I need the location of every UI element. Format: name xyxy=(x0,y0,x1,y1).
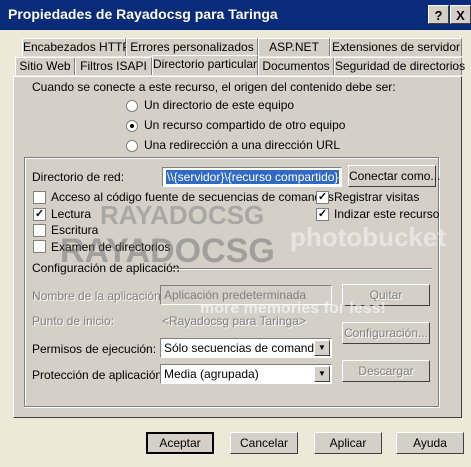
network-dir-label: Directorio de red: xyxy=(32,170,125,184)
app-name-label: Nombre de la aplicación: xyxy=(32,289,165,303)
tab-errores-personalizados[interactable]: Errores personalizados xyxy=(126,38,258,56)
index-resource-label[interactable]: Indizar este recurso xyxy=(334,207,439,221)
connect-as-button[interactable]: Conectar como... xyxy=(348,165,440,187)
browse-label[interactable]: Examen de directorios xyxy=(51,240,170,254)
write-label[interactable]: Escritura xyxy=(51,223,98,237)
tab-directorio-particular[interactable]: Directorio particular xyxy=(152,55,258,75)
radio-local-directory[interactable] xyxy=(126,100,138,112)
tab-encabezados-http[interactable]: Encabezados HTTP xyxy=(22,38,130,56)
exec-permissions-value: Sólo secuencias de comandos xyxy=(164,341,327,355)
write-checkbox[interactable] xyxy=(33,224,46,237)
browse-checkbox[interactable] xyxy=(33,240,46,253)
app-protection-label: Protección de aplicación: xyxy=(32,368,166,382)
help-button[interactable]: Ayuda xyxy=(396,432,464,454)
configuration-button[interactable]: Configuración... xyxy=(342,322,430,344)
radio-network-share-label[interactable]: Un recurso compartido de otro equipo xyxy=(144,118,345,132)
radio-url-redirect[interactable] xyxy=(126,140,138,152)
read-checkbox[interactable]: ✓ xyxy=(33,208,46,221)
exec-permissions-dropdown-icon[interactable]: ▼ xyxy=(314,340,330,356)
window-title: Propiedades de Rayadocsg para Taringa xyxy=(8,6,278,22)
app-protection-value: Media (agrupada) xyxy=(164,367,259,381)
script-source-label[interactable]: Acceso al código fuente de secuencias de… xyxy=(51,190,334,204)
exec-permissions-label: Permisos de ejecución: xyxy=(32,342,157,356)
apply-button[interactable]: Aplicar xyxy=(314,432,382,454)
app-name-input[interactable]: Aplicación predeterminada xyxy=(160,285,332,305)
tab-seguridad-directorios[interactable]: Seguridad de directorios xyxy=(334,57,465,75)
radio-local-directory-label[interactable]: Un directorio de este equipo xyxy=(144,98,294,112)
network-dir-input[interactable]: \\{servidor}\{recurso compartido} xyxy=(162,167,342,187)
app-protection-select[interactable]: Media (agrupada) ▼ xyxy=(160,364,332,384)
start-point-value: <Rayadocsg para Taringa> xyxy=(162,314,306,328)
app-protection-dropdown-icon[interactable]: ▼ xyxy=(314,366,330,382)
radio-url-redirect-label[interactable]: Una redirección a una dirección URL xyxy=(144,138,340,152)
app-config-heading: Configuración de aplicación xyxy=(32,261,180,275)
ok-button[interactable]: Aceptar xyxy=(146,432,214,454)
script-source-checkbox[interactable] xyxy=(33,191,46,204)
log-visits-checkbox[interactable]: ✓ xyxy=(316,191,329,204)
tab-sitio-web[interactable]: Sitio Web xyxy=(15,57,75,75)
close-title-button[interactable]: X xyxy=(450,5,471,24)
unload-button[interactable]: Descargar xyxy=(342,360,430,382)
app-config-divider xyxy=(172,268,432,270)
log-visits-label[interactable]: Registrar visitas xyxy=(334,190,419,204)
tab-documentos[interactable]: Documentos xyxy=(258,57,334,75)
tab-filtros-isapi[interactable]: Filtros ISAPI xyxy=(75,57,152,75)
source-prompt: Cuando se conecte a este recurso, el ori… xyxy=(32,80,396,94)
tab-extensiones-servidor[interactable]: Extensiones de servidor xyxy=(330,38,462,56)
remove-app-button[interactable]: Quitar xyxy=(342,284,430,306)
tab-asp-net[interactable]: ASP.NET xyxy=(258,38,330,56)
cancel-button[interactable]: Cancelar xyxy=(230,432,298,454)
read-label[interactable]: Lectura xyxy=(51,207,91,221)
help-title-button[interactable]: ? xyxy=(428,5,449,24)
radio-network-share[interactable] xyxy=(126,120,138,132)
start-point-label: Punto de inicio: xyxy=(32,314,115,328)
index-resource-checkbox[interactable]: ✓ xyxy=(316,208,329,221)
network-dir-value: \\{servidor}\{recurso compartido} xyxy=(166,170,340,184)
exec-permissions-select[interactable]: Sólo secuencias de comandos ▼ xyxy=(160,338,332,358)
